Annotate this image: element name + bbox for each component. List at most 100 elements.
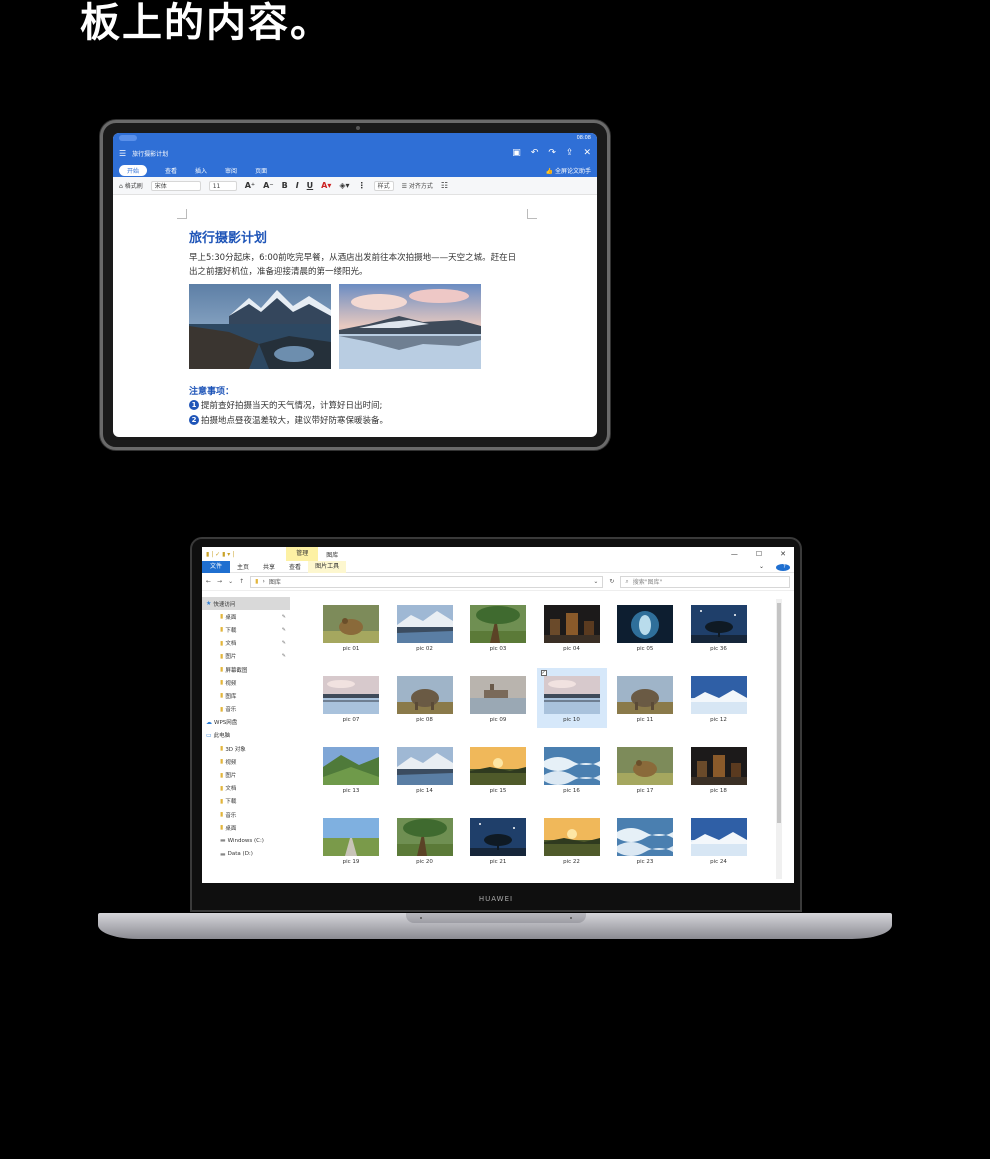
file-tile[interactable]: pic 17 [610, 739, 680, 799]
file-tile[interactable]: pic 15 [463, 739, 533, 799]
pin-icon[interactable]: ✎ [282, 627, 286, 633]
file-tile[interactable]: pic 22 [537, 810, 607, 870]
nav-item[interactable]: ▮ 音乐 [202, 703, 290, 716]
file-tile[interactable]: pic 16 [537, 739, 607, 799]
nav-item[interactable]: ▮ 图库 [202, 689, 290, 702]
nav-item[interactable]: ▮ 文档 [202, 782, 290, 795]
tab-manage[interactable]: 管理 [286, 547, 319, 561]
file-tile[interactable]: pic 09 [463, 668, 533, 728]
file-tile[interactable]: pic 04 [537, 597, 607, 657]
recent-icon[interactable]: ⌄ [228, 578, 233, 585]
tab-home[interactable]: 开始 [119, 164, 148, 176]
nav-item[interactable]: ▮ 文档 ✎ [202, 637, 290, 650]
address-bar[interactable]: ▮ › 图库 ⌄ [250, 575, 604, 588]
assistant-button[interactable]: 👍 全屏论文助手 [546, 166, 591, 175]
style-select[interactable]: 样式 [373, 180, 394, 191]
scrollbar[interactable] [776, 599, 782, 879]
list-icon[interactable]: ☷ [441, 181, 448, 190]
pin-icon[interactable]: ✎ [282, 653, 286, 659]
file-tile[interactable]: pic 08 [390, 668, 460, 728]
nav-item[interactable]: ▮ 下载 ✎ [202, 623, 290, 636]
nav-item[interactable]: ▬ Windows (C:) [202, 834, 290, 847]
nav-item[interactable]: ☁ WPS网盘 [202, 716, 290, 729]
shrink-font-icon[interactable]: A⁻ [263, 181, 273, 190]
italic-icon[interactable]: I [296, 181, 299, 190]
nav-item[interactable]: ▮ 桌面 ✎ [202, 610, 290, 623]
drive-icon: ▬ [220, 837, 226, 845]
search-box[interactable]: ⌕ 搜索"图库" [620, 575, 790, 588]
tab-view[interactable]: 查看 [165, 166, 177, 175]
font-select[interactable]: 宋体 [150, 180, 201, 191]
file-tile[interactable]: pic 12 [684, 668, 754, 728]
menu-icon[interactable]: ☰ [119, 149, 126, 158]
close-icon[interactable]: ✕ [583, 148, 591, 158]
file-tile[interactable]: pic 24 [684, 810, 754, 870]
close-window-icon[interactable]: ✕ [780, 550, 786, 558]
back-icon[interactable]: ← [206, 578, 211, 585]
file-tile[interactable]: pic 02 [390, 597, 460, 657]
expand-ribbon-icon[interactable]: ⌄ [752, 563, 771, 570]
tab-home[interactable]: 主页 [230, 562, 256, 571]
nav-item-label: 文档 [225, 641, 237, 648]
minimize-icon[interactable]: — [731, 550, 738, 558]
nav-item[interactable]: ▮ 下载 [202, 795, 290, 808]
highlight-icon[interactable]: ◈▾ [339, 181, 349, 190]
quick-access-toolbar[interactable]: ▮ | ✓ ▮ ▾ | [206, 551, 234, 558]
file-tile[interactable]: pic 03 [463, 597, 533, 657]
tab-insert[interactable]: 插入 [195, 166, 207, 175]
file-tile[interactable]: pic 01 [316, 597, 386, 657]
nav-item[interactable]: ▬ Data (D:) [202, 848, 290, 861]
grow-font-icon[interactable]: A⁺ [245, 181, 255, 190]
nav-item[interactable]: ▮ 图片 [202, 768, 290, 781]
save-icon[interactable]: ▣ [512, 148, 521, 158]
file-tile[interactable]: pic 19 [316, 810, 386, 870]
share-icon[interactable]: ⇪ [566, 148, 574, 158]
scrollbar-thumb[interactable] [777, 603, 781, 823]
file-tile[interactable]: pic 13 [316, 739, 386, 799]
redo-icon[interactable]: ↷ [548, 148, 556, 158]
more-icon[interactable]: ⋮ [358, 181, 366, 190]
help-icon[interactable]: ? [776, 563, 790, 571]
file-tile[interactable]: pic 14 [390, 739, 460, 799]
chevron-down-icon[interactable]: ⌄ [593, 578, 598, 585]
tab-share[interactable]: 共享 [256, 562, 282, 571]
nav-item[interactable]: ▮ 桌面 [202, 821, 290, 834]
font-color-icon[interactable]: A▾ [321, 181, 331, 190]
nav-item[interactable]: ▮ 视频 [202, 676, 290, 689]
refresh-icon[interactable]: ↻ [609, 578, 614, 585]
file-tile[interactable]: pic 36 [684, 597, 754, 657]
nav-item[interactable]: ▮ 视频 [202, 755, 290, 768]
document-page[interactable]: 旅行摄影计划 早上5:30分起床，6:00前吃完早餐，从酒店出发前往本次拍摄地—… [113, 195, 597, 437]
tab-page[interactable]: 页面 [255, 166, 267, 175]
nav-item[interactable]: ▮ 屏幕截图 [202, 663, 290, 676]
underline-icon[interactable]: U [307, 181, 314, 190]
tab-view[interactable]: 查看 [282, 562, 308, 571]
nav-item[interactable]: ★ 快速访问 [202, 597, 290, 611]
tab-picture-tools[interactable]: 图片工具 [308, 560, 347, 573]
file-tile[interactable]: pic 20 [390, 810, 460, 870]
size-select[interactable]: 11 [208, 180, 237, 191]
file-tile[interactable]: pic 11 [610, 668, 680, 728]
format-painter-button[interactable]: ⌂ 格式刷 [119, 181, 143, 190]
bold-icon[interactable]: B [282, 181, 288, 190]
file-tile[interactable]: pic 18 [684, 739, 754, 799]
pin-icon[interactable]: ✎ [282, 640, 286, 646]
up-icon[interactable]: ↑ [239, 578, 244, 585]
doc-heading: 旅行摄影计划 [189, 231, 268, 246]
tab-file[interactable]: 文件 [202, 560, 231, 573]
file-tile[interactable]: pic 23 [610, 810, 680, 870]
undo-icon[interactable]: ↶ [531, 148, 539, 158]
nav-item[interactable]: ▭ 此电脑 [202, 729, 290, 742]
tab-review[interactable]: 审阅 [225, 166, 237, 175]
maximize-icon[interactable]: ☐ [756, 550, 762, 558]
pin-icon[interactable]: ✎ [282, 614, 286, 620]
file-tile[interactable]: ✓ pic 10 [536, 668, 607, 728]
nav-item[interactable]: ▮ 图片 ✎ [202, 650, 290, 663]
file-tile[interactable]: pic 21 [463, 810, 533, 870]
nav-item[interactable]: ▮ 3D 对象 [202, 742, 290, 755]
file-tile[interactable]: pic 05 [610, 597, 680, 657]
file-tile[interactable]: pic 07 [316, 668, 386, 728]
nav-item[interactable]: ▮ 音乐 [202, 808, 290, 821]
align-button[interactable]: ☰ 对齐方式 [402, 181, 433, 190]
forward-icon[interactable]: → [217, 578, 222, 585]
